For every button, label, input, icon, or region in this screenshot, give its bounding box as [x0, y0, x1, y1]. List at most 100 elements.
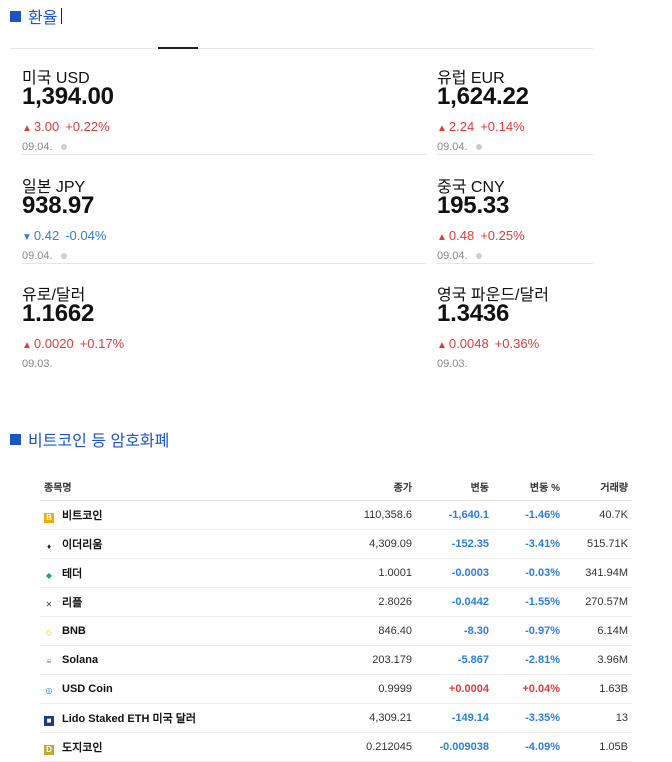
table-row[interactable]: ✕ 리플 2.8026 -0.0442 -1.55% 270.57M [40, 587, 632, 617]
coin-change-pct: -4.09% [493, 732, 564, 762]
coin-change: +0.0004 [416, 674, 493, 704]
fx-date: 09.04. [437, 141, 482, 153]
coin-name[interactable]: 테더 [62, 568, 82, 580]
arrow-up-icon: ▲ [22, 340, 32, 351]
fx-rate: 1,394.00 [22, 83, 114, 110]
header-change[interactable]: 변동 [416, 472, 493, 501]
fx-card[interactable]: 영국 파운드/달러 1.3436 ▲ 0.0048 +0.36% 09.03. [437, 266, 593, 372]
lido-icon: ■ [44, 716, 54, 726]
coin-name-cell[interactable]: ✕ 리플 [40, 587, 278, 617]
table-row[interactable]: ■ Lido Staked ETH 미국 달러 4,309.21 -149.14 -3.… [40, 703, 632, 733]
fx-card-divider [22, 154, 426, 155]
table-row[interactable]: B 비트코인 110,358.6 -1,640.1 -1.46% 40.7K [40, 500, 632, 530]
arrow-down-icon: ▼ [22, 232, 32, 243]
coin-change-pct: +0.04% [493, 674, 564, 704]
fx-card[interactable]: 유로/달러 1.1662 ▲ 0.0020 +0.17% 09.03. [22, 266, 426, 372]
fx-change-value: 0.0020 [33, 336, 74, 351]
square-bullet-icon [10, 433, 21, 445]
coin-change-pct: -3.35% [493, 703, 564, 733]
coin-change: -5.867 [416, 645, 493, 675]
arrow-up-icon: ▲ [437, 232, 447, 243]
fx-change: ▼ 0.42 -0.04% [22, 228, 106, 243]
coin-name-cell[interactable]: ≡ Solana [40, 645, 278, 675]
fx-rate: 1.1662 [22, 300, 95, 327]
table-row[interactable]: ◇ BNB 846.40 -8.30 -0.97% 6.14M [40, 616, 632, 646]
table-row[interactable]: ♦ 이더리움 4,309.09 -152.35 -3.41% 515.71K [40, 529, 632, 559]
xrp-icon: ✕ [45, 600, 53, 609]
coin-name[interactable]: 리플 [62, 597, 82, 609]
fx-date: 09.04. [22, 141, 67, 153]
fx-change-pct: +0.36% [494, 336, 540, 351]
coin-name[interactable]: 이더리움 [62, 539, 102, 551]
coin-name-cell[interactable]: ◇ BNB [40, 616, 278, 646]
crypto-section-title: 비트코인 등 암호화폐 [10, 427, 169, 451]
fx-card[interactable]: 유럽 EUR 1,624.22 ▲ 2.24 +0.14% 09.04. [437, 49, 593, 155]
fx-change-value: 3.00 [33, 119, 60, 134]
fx-change: ▲ 2.24 +0.14% [437, 119, 525, 134]
fx-change-pct: +0.14% [480, 119, 525, 134]
fx-change-pct: +0.17% [79, 336, 125, 351]
usdcoin-icon: ◎ [45, 685, 53, 695]
header-volume[interactable]: 거래량 [564, 472, 632, 501]
coin-volume: 1.63B [564, 674, 632, 704]
coin-price: 203.179 [278, 645, 416, 675]
table-row[interactable]: D 도지코인 0.212045 -0.009038 -4.09% 1.05B [40, 732, 632, 762]
table-row[interactable]: ◆ 테더 1.0001 -0.0003 -0.03% 341.94M [40, 558, 632, 588]
fx-date-text: 09.04. [437, 250, 468, 262]
fx-date: 09.04. [22, 250, 67, 262]
header-name[interactable]: 종목명 [40, 472, 278, 501]
fx-date: 09.03. [437, 358, 468, 370]
coin-name-cell[interactable]: ♦ 이더리움 [40, 529, 278, 559]
coin-name[interactable]: USD Coin [62, 683, 113, 695]
fx-card[interactable]: 일본 JPY 938.97 ▼ 0.42 -0.04% 09.04. [22, 158, 426, 264]
coin-name[interactable]: BNB [62, 625, 86, 637]
fx-card[interactable]: 중국 CNY 195.33 ▲ 0.48 +0.25% 09.04. [437, 158, 593, 264]
fx-date: 09.03. [22, 358, 53, 370]
fx-title-text: 환율 [28, 10, 58, 27]
fx-rate: 938.97 [22, 192, 95, 219]
table-row[interactable]: ≡ Solana 203.179 -5.867 -2.81% 3.96M [40, 645, 632, 675]
coin-volume: 341.94M [564, 558, 632, 588]
coin-change: -0.009038 [416, 732, 493, 762]
coin-name-cell[interactable]: ◆ 테더 [40, 558, 278, 588]
coin-name-cell[interactable]: B 비트코인 [40, 500, 278, 530]
dogecoin-icon: D [44, 745, 54, 755]
coin-price: 2.8026 [278, 587, 416, 617]
fx-rate: 1,624.22 [437, 83, 529, 110]
text-cursor [61, 8, 63, 24]
fx-change-value: 0.0048 [448, 336, 489, 351]
coin-name-cell[interactable]: ◎ USD Coin [40, 674, 278, 704]
coin-change-pct: -2.81% [493, 645, 564, 675]
coin-name[interactable]: Solana [62, 654, 98, 666]
fx-card[interactable]: 미국 USD 1,394.00 ▲ 3.00 +0.22% 09.04. [22, 49, 426, 155]
bitcoin-icon: B [44, 513, 54, 523]
coin-name-cell[interactable]: D 도지코인 [40, 732, 278, 762]
fx-change-value: 0.48 [448, 228, 475, 243]
coin-volume: 1.05B [564, 732, 632, 762]
coin-name[interactable]: 비트코인 [62, 510, 102, 522]
coin-name[interactable]: Lido Staked ETH 미국 달러 [62, 713, 196, 725]
fx-change-pct: -0.04% [65, 228, 107, 243]
coin-price: 4,309.21 [278, 703, 416, 733]
realtime-dot-icon [60, 253, 67, 260]
header-change-pct[interactable]: 변동 % [493, 472, 564, 501]
arrow-up-icon: ▲ [437, 123, 447, 134]
coin-name[interactable]: 도지코인 [62, 742, 102, 754]
fx-rate: 195.33 [437, 192, 510, 219]
table-row[interactable]: ◎ USD Coin 0.9999 +0.0004 +0.04% 1.63B [40, 674, 632, 704]
coin-volume: 13 [564, 703, 632, 733]
fx-change: ▲ 0.0048 +0.36% [437, 336, 539, 351]
header-price[interactable]: 종가 [278, 472, 416, 501]
fx-card-divider [437, 263, 593, 264]
fx-change-pct: +0.25% [480, 228, 525, 243]
coin-volume: 6.14M [564, 616, 632, 646]
solana-icon: ≡ [46, 656, 52, 666]
ethereum-icon: ♦ [46, 542, 52, 551]
coin-volume: 3.96M [564, 645, 632, 675]
arrow-up-icon: ▲ [22, 123, 32, 134]
fx-date-text: 09.03. [437, 358, 468, 370]
fx-date-text: 09.04. [22, 250, 53, 262]
fx-date: 09.04. [437, 250, 482, 262]
coin-volume: 270.57M [564, 587, 632, 617]
coin-name-cell[interactable]: ■ Lido Staked ETH 미국 달러 [40, 703, 278, 733]
